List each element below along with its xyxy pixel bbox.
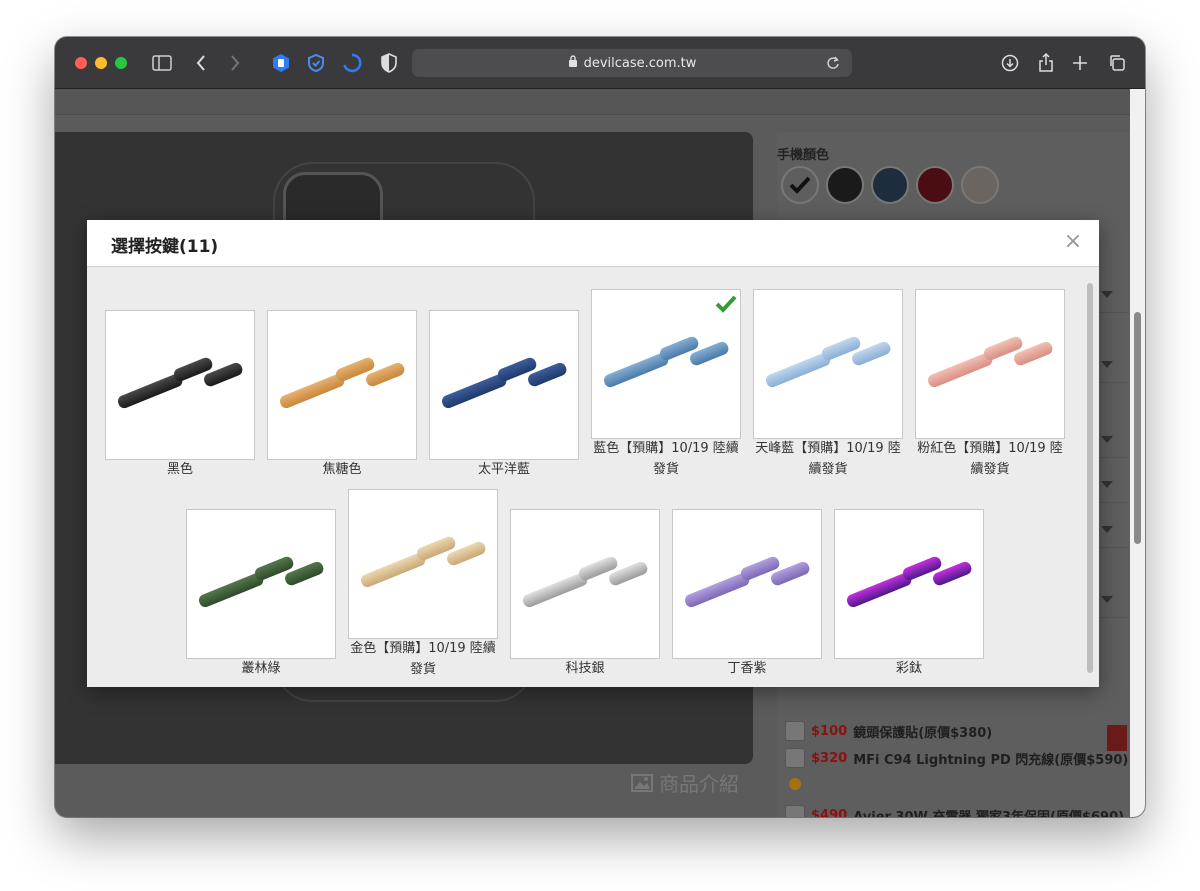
reload-icon[interactable] xyxy=(826,55,840,75)
addon-checkbox[interactable] xyxy=(785,748,805,768)
browser-toolbar: devilcase.com.tw xyxy=(55,37,1145,89)
site-header-bar xyxy=(55,89,1135,115)
button-option-label: 焦糖色 xyxy=(322,462,362,477)
button-option-label: 金色【預購】10/19 陸續發貨 xyxy=(350,641,496,677)
phone-color-swatch[interactable] xyxy=(961,166,999,204)
product-intro-label: 商品介紹 xyxy=(659,772,739,796)
modal-title: 選擇按鍵(11) xyxy=(111,237,219,257)
download-icon[interactable] xyxy=(998,51,1022,75)
addon-price: $490 xyxy=(811,807,848,818)
chevron-down-icon xyxy=(1101,596,1113,603)
back-arrow-icon[interactable] xyxy=(189,51,213,75)
addon-name: Avier 30W 充電器 獨家3年保固(原價$690) xyxy=(853,809,1125,818)
button-option-image[interactable] xyxy=(672,509,822,659)
button-option-label: 叢林綠 xyxy=(241,661,281,676)
button-option-label: 黑色 xyxy=(166,462,193,477)
zoom-window-button[interactable] xyxy=(115,57,127,69)
button-option-image[interactable] xyxy=(348,489,498,639)
phone-color-title: 手機顏色 xyxy=(777,148,830,163)
addon-checkbox[interactable] xyxy=(785,721,805,741)
button-option-image[interactable] xyxy=(510,509,660,659)
loading-circle-icon[interactable] xyxy=(340,51,364,75)
button-option-label: 彩鈦 xyxy=(895,661,922,676)
button-option-image[interactable] xyxy=(915,289,1065,439)
chevron-down-icon xyxy=(1101,361,1113,368)
share-icon[interactable] xyxy=(1034,51,1058,75)
chevron-down-icon xyxy=(1101,481,1113,488)
check-icon xyxy=(789,176,811,194)
browser-window: devilcase.com.tw 商品介紹 手機顏色 $100 鏡頭保護貼(原價… xyxy=(55,37,1145,817)
chevron-down-icon xyxy=(1101,291,1113,298)
addon-item[interactable]: $320 MFi C94 Lightning PD 閃充線(原價$590) xyxy=(785,748,1128,768)
button-option-label: 天峰藍【預購】10/19 陸續發貨 xyxy=(755,441,901,477)
button-option-label: 藍色【預購】10/19 陸續發貨 xyxy=(593,441,739,477)
checkmark-icon xyxy=(714,292,738,316)
url-text: devilcase.com.tw xyxy=(583,55,697,71)
chevron-down-icon xyxy=(1101,526,1113,533)
product-intro-link[interactable]: 商品介紹 xyxy=(631,768,739,797)
button-option-label: 科技銀 xyxy=(565,661,605,676)
button-option-image[interactable] xyxy=(105,310,255,460)
button-option-label: 丁香紫 xyxy=(727,661,767,676)
button-option-image[interactable] xyxy=(753,289,903,439)
new-tab-plus-icon[interactable] xyxy=(1068,51,1092,75)
lock-icon xyxy=(568,55,578,71)
chevron-down-icon xyxy=(1101,436,1113,443)
page-scrollbar-thumb[interactable] xyxy=(1134,312,1141,544)
button-option-image[interactable] xyxy=(591,289,741,439)
modal-body: 黑色 焦糖色 太平洋藍 藍色【預購】10/19 陸續發貨 天峰藍【預購】10/19 陸續… xyxy=(87,267,1099,687)
addon-item[interactable]: $490 Avier 30W 充電器 獨家3年保固(原價$690) xyxy=(785,805,1124,817)
addon-checkbox[interactable] xyxy=(785,805,805,817)
addon-price: $100 xyxy=(811,723,848,739)
addon-price: $320 xyxy=(811,750,848,766)
phone-color-swatch[interactable] xyxy=(826,166,864,204)
forward-arrow-icon[interactable] xyxy=(223,51,247,75)
coin-icon xyxy=(789,778,801,790)
shield-extension-icon[interactable] xyxy=(304,51,328,75)
modal-header: 選擇按鍵(11) × xyxy=(87,220,1099,267)
addon-name: 鏡頭保護貼(原價$380) xyxy=(853,725,993,741)
modal-scrollbar-thumb[interactable] xyxy=(1087,283,1093,673)
button-option-image[interactable] xyxy=(267,310,417,460)
phone-color-swatch[interactable] xyxy=(871,166,909,204)
addon-item[interactable]: $100 鏡頭保護貼(原價$380) xyxy=(785,721,992,741)
button-option-image[interactable] xyxy=(186,509,336,659)
button-option-image[interactable] xyxy=(834,509,984,659)
phone-color-swatch[interactable] xyxy=(916,166,954,204)
address-bar[interactable]: devilcase.com.tw xyxy=(412,49,852,77)
button-option-image[interactable] xyxy=(429,310,579,460)
sidebar-toggle-icon[interactable] xyxy=(150,51,174,75)
addon-name: MFi C94 Lightning PD 閃充線(原價$590) xyxy=(853,752,1129,768)
phone-color-swatch[interactable] xyxy=(781,166,819,204)
tab-overview-icon[interactable] xyxy=(1105,51,1129,75)
button-option-label: 太平洋藍 xyxy=(477,462,530,477)
privacy-shield-icon[interactable] xyxy=(377,51,401,75)
select-buttons-modal: 選擇按鍵(11) × 黑色 焦糖色 太平洋藍 藍色【預購】10/19 陸續發貨 天峰藍【… xyxy=(87,220,1099,687)
close-icon[interactable]: × xyxy=(1061,230,1085,254)
close-window-button[interactable] xyxy=(75,57,87,69)
extension-hex-icon[interactable] xyxy=(269,51,293,75)
button-option-label: 粉紅色【預購】10/19 陸續發貨 xyxy=(917,441,1063,477)
minimize-window-button[interactable] xyxy=(95,57,107,69)
image-icon xyxy=(631,773,653,792)
